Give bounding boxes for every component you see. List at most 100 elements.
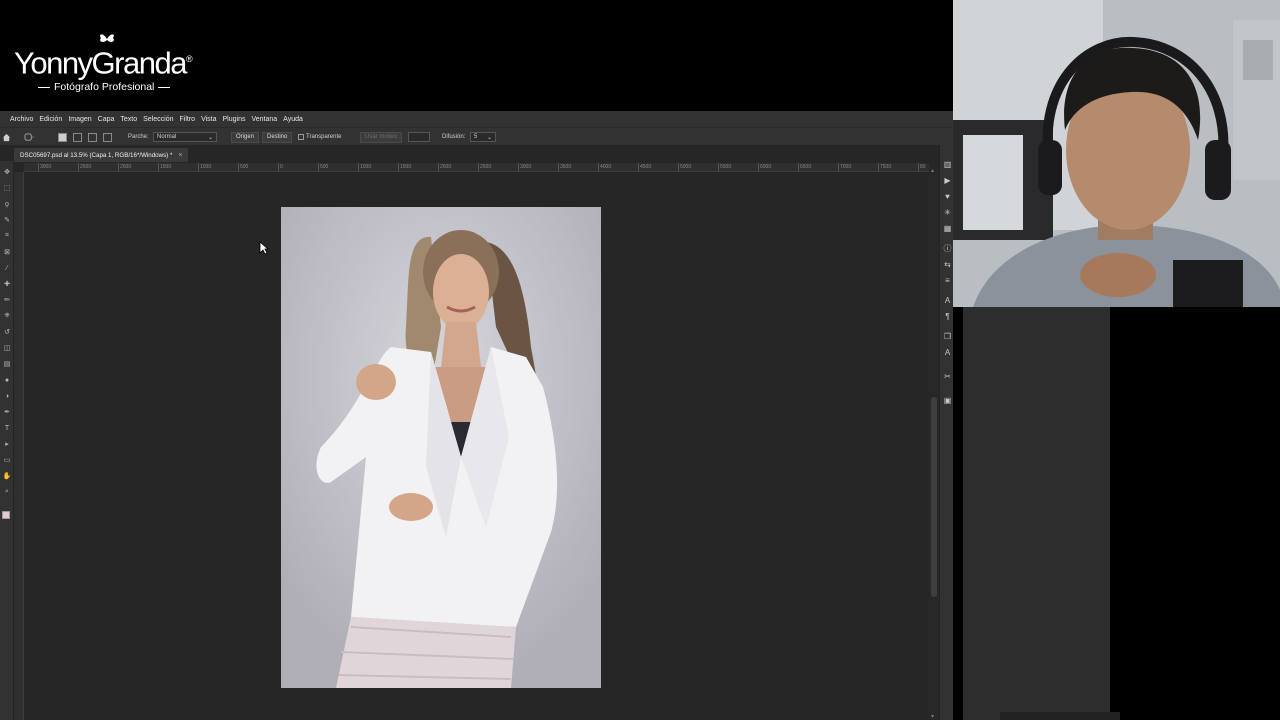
vertical-scrollbar[interactable]: ▴ ▾ xyxy=(929,167,939,720)
channels-icon[interactable]: ▣ xyxy=(942,395,953,406)
scroll-thumb[interactable] xyxy=(931,397,937,597)
brushes-icon[interactable]: ✳ xyxy=(942,207,953,218)
menu-imagen[interactable]: Imagen xyxy=(68,116,91,123)
selection-new-icon[interactable] xyxy=(58,131,67,143)
ruler-tick xyxy=(478,163,479,171)
menu-filtro[interactable]: Filtro xyxy=(180,116,196,123)
ruler-tick-label: 6500 xyxy=(800,164,812,170)
destination-button[interactable]: Destino xyxy=(262,131,293,143)
patch-mode-select[interactable]: Normal ⌄ xyxy=(153,131,217,143)
checkbox-box xyxy=(298,134,304,140)
eraser-icon[interactable]: ◫ xyxy=(2,343,12,353)
menu-vista[interactable]: Vista xyxy=(201,116,216,123)
selection-intersect-icon[interactable] xyxy=(103,131,112,143)
ruler-tick xyxy=(398,163,399,171)
character-icon[interactable]: ⇆ xyxy=(942,259,953,270)
menu-edicion[interactable]: Edición xyxy=(39,116,62,123)
blur-icon[interactable]: ● xyxy=(2,375,12,385)
frame-icon[interactable]: ⊠ xyxy=(2,247,12,257)
scroll-up-icon[interactable]: ▴ xyxy=(931,167,934,174)
menu-ventana[interactable]: Ventana xyxy=(251,116,277,123)
patch-mode-value: Normal xyxy=(157,134,177,140)
properties-icon[interactable]: ⓘ xyxy=(942,243,953,254)
gradient-icon[interactable]: ▤ xyxy=(2,359,12,369)
butterfly-icon xyxy=(100,34,114,42)
history-brush-icon[interactable]: ↺ xyxy=(2,327,12,337)
brand-logo: YonnyGranda® Fotógrafo Profesional xyxy=(14,34,214,100)
lasso-icon[interactable]: ϙ xyxy=(2,199,12,209)
origin-button[interactable]: Origen xyxy=(231,131,260,143)
brand-header: YonnyGranda® Fotógrafo Profesional xyxy=(0,0,953,111)
status-strip xyxy=(1000,712,1120,720)
path-select-icon[interactable]: ▸ xyxy=(2,439,12,449)
ruler-tick xyxy=(198,163,199,171)
use-pattern-button[interactable]: Usar motivo xyxy=(360,131,403,143)
stamp-icon[interactable]: ⎈ xyxy=(2,311,12,321)
ruler-tick-label: 0 xyxy=(280,164,283,170)
adjustments-icon[interactable]: ▦ xyxy=(942,223,953,234)
ruler-tick xyxy=(638,163,639,171)
quick-select-icon[interactable]: ✎ xyxy=(2,215,12,225)
crop-icon[interactable]: ⌗ xyxy=(2,231,12,241)
ruler-tick xyxy=(518,163,519,171)
vertical-ruler xyxy=(14,172,24,720)
ruler-tick-label: 3000 xyxy=(520,164,532,170)
menu-archivo[interactable]: Archivo xyxy=(10,116,33,123)
ruler-tick-label: 4000 xyxy=(600,164,612,170)
ruler-tick xyxy=(918,163,919,171)
ruler-tick xyxy=(318,163,319,171)
pen-icon[interactable]: ✒ xyxy=(2,407,12,417)
selection-add-icon[interactable] xyxy=(73,131,82,143)
ruler-tick-label: 3000 xyxy=(40,164,52,170)
selection-subtract-icon[interactable] xyxy=(88,131,97,143)
hand-icon[interactable]: ✋ xyxy=(2,471,12,481)
marquee-icon[interactable]: ⬚ xyxy=(2,183,12,193)
collapsed-panels-dock: ▥ ▶ ♥ ✳ ▦ ⓘ ⇆ ≡ A ¶ ❐ A ✂ ▣ xyxy=(939,145,953,720)
menu-texto[interactable]: Texto xyxy=(120,116,137,123)
black-background xyxy=(1110,307,1280,720)
libraries-icon[interactable]: A xyxy=(942,347,953,358)
ruler-tick-label: 500 xyxy=(240,164,249,170)
webcam-video xyxy=(953,0,1280,307)
brand-name-text: YonnyGranda xyxy=(14,45,187,81)
menu-seleccion[interactable]: Selección xyxy=(143,116,173,123)
transparent-checkbox[interactable]: Transparente xyxy=(298,131,341,143)
scroll-down-icon[interactable]: ▾ xyxy=(931,713,934,720)
dodge-icon[interactable]: ◑ xyxy=(2,391,12,401)
paragraph-icon[interactable]: ≡ xyxy=(942,275,953,286)
ruler-tick-label: 1000 xyxy=(200,164,212,170)
document-tab[interactable]: DSC05697.psd al 13.5% (Capa 1, RGB/16*/W… xyxy=(14,148,189,162)
menu-plugins[interactable]: Plugins xyxy=(223,116,246,123)
ruler-tick xyxy=(38,163,39,171)
swatches-icon[interactable]: ♥ xyxy=(942,191,953,202)
move-icon[interactable]: ✥ xyxy=(2,167,12,177)
diffusion-select[interactable]: 5 ⌄ xyxy=(470,131,496,143)
foreground-color-swatch[interactable] xyxy=(2,511,10,519)
adjust-icon[interactable]: ✂ xyxy=(942,371,953,382)
brush-icon[interactable]: ✏ xyxy=(2,295,12,305)
ruler-tick xyxy=(758,163,759,171)
mouse-cursor-icon xyxy=(259,241,269,255)
eyedropper-icon[interactable]: ⁄ xyxy=(2,263,12,273)
home-icon[interactable] xyxy=(2,131,11,143)
ruler-tick-label: 1000 xyxy=(360,164,372,170)
close-icon[interactable]: × xyxy=(178,152,182,159)
ruler-tick xyxy=(238,163,239,171)
zoom-icon[interactable]: ⌕ xyxy=(2,487,12,497)
tools-icon[interactable]: ❐ xyxy=(942,331,953,342)
type-icon[interactable]: T xyxy=(2,423,12,433)
history-icon[interactable]: ▥ xyxy=(942,159,953,170)
brand-tagline: Fotógrafo Profesional xyxy=(54,81,155,93)
tool-preset-icon[interactable] xyxy=(24,131,35,143)
menu-ayuda[interactable]: Ayuda xyxy=(283,116,303,123)
tagline-rule-right xyxy=(158,86,171,88)
layers-icon[interactable]: A xyxy=(942,295,953,306)
ruler-tick xyxy=(358,163,359,171)
glyphs-icon[interactable]: ¶ xyxy=(942,311,953,322)
menu-capa[interactable]: Capa xyxy=(98,116,115,123)
pattern-picker[interactable] xyxy=(408,131,430,143)
ruler-tick-label: 80 xyxy=(920,164,926,170)
healing-icon[interactable]: ✚ xyxy=(2,279,12,289)
actions-icon[interactable]: ▶ xyxy=(942,175,953,186)
shape-icon[interactable]: ▭ xyxy=(2,455,12,465)
